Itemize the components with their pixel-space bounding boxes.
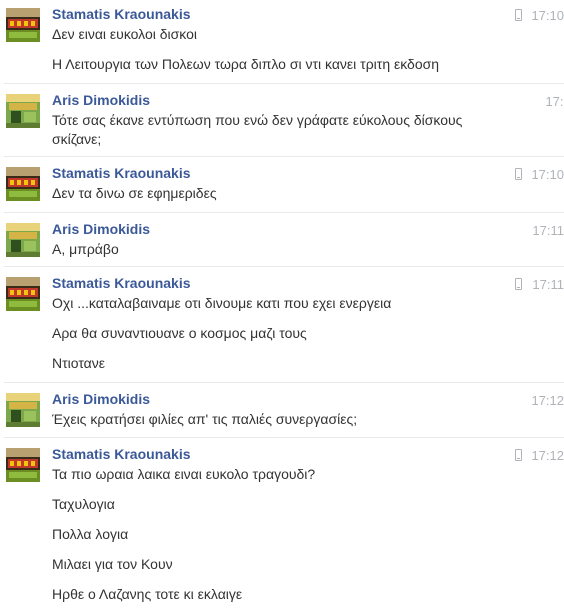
sender-name[interactable]: Stamatis Kraounakis bbox=[52, 275, 191, 291]
message-timestamp: 17:10 bbox=[531, 8, 564, 23]
message-text: Ταχυλογια bbox=[52, 496, 115, 512]
mobile-phone-icon bbox=[515, 9, 522, 21]
avatar[interactable] bbox=[6, 393, 40, 427]
message-text: Δεν ειναι ευκολοι δισκοι bbox=[52, 26, 198, 42]
mobile-phone-icon bbox=[515, 278, 522, 290]
chat-conversation: Stamatis Kraounakis 17:10 Δεν ειναι ευκολο… bbox=[0, 0, 564, 608]
sender-name[interactable]: Aris Dimokidis bbox=[52, 221, 150, 237]
message-text: Δεν τα δινω σε εφημεριδες bbox=[52, 185, 217, 201]
avatar[interactable] bbox=[6, 223, 40, 257]
message-group: Aris Dimokidis 17:12 Έχεις κρατήσει φιλίες… bbox=[0, 382, 564, 430]
message-text: Α, μπράβο bbox=[52, 241, 119, 257]
message-text: Μιλαει για τον Κουν bbox=[52, 556, 173, 572]
message-text: Ηρθε ο Λαζανης τοτε κι εκλαιγε bbox=[52, 586, 243, 602]
message-timestamp: 17:10 bbox=[545, 94, 564, 109]
avatar[interactable] bbox=[6, 167, 40, 201]
message-group: Aris Dimokidis 17:11 Α, μπράβο bbox=[0, 212, 564, 260]
message-timestamp: 17:10 bbox=[531, 167, 564, 182]
message-text: Πολλα λογια bbox=[52, 526, 129, 542]
message-text: Η Λειτουργια των Πολεων τωρα διπλο σι ντ… bbox=[52, 56, 440, 72]
avatar[interactable] bbox=[6, 448, 40, 482]
mobile-phone-icon bbox=[515, 449, 522, 461]
message-timestamp: 17:12 bbox=[531, 393, 564, 408]
avatar[interactable] bbox=[6, 94, 40, 128]
sender-name[interactable]: Stamatis Kraounakis bbox=[52, 446, 191, 462]
sender-name[interactable]: Aris Dimokidis bbox=[52, 391, 150, 407]
mobile-phone-icon bbox=[515, 168, 522, 180]
message-timestamp: 17:12 bbox=[531, 448, 564, 463]
message-group: Stamatis Kraounakis 17:10 Δεν ειναι ευκολο… bbox=[0, 6, 564, 75]
message-group: Stamatis Kraounakis 17:11 Οχι ...καταλαβαι… bbox=[0, 266, 564, 374]
message-text: Οχι ...καταλαβαιναμε οτι δινουμε κατι πο… bbox=[52, 295, 392, 311]
message-timestamp: 17:11 bbox=[532, 277, 564, 292]
avatar[interactable] bbox=[6, 277, 40, 311]
message-group: Stamatis Kraounakis 17:10 Δεν τα δινω σε ε… bbox=[0, 156, 564, 204]
message-timestamp: 17:11 bbox=[532, 223, 564, 238]
message-text: Τότε σας έκανε εντύπωση που ενώ δεν γράφ… bbox=[52, 112, 463, 147]
message-text: Αρα θα συναντιουανε ο κοσμος μαζι τους bbox=[52, 325, 307, 341]
message-text: Ντιοτανε bbox=[52, 355, 106, 371]
message-text: Τα πιο ωραια λαικα ειναι ευκολο τραγουδι… bbox=[52, 466, 316, 482]
sender-name[interactable]: Stamatis Kraounakis bbox=[52, 165, 191, 181]
avatar[interactable] bbox=[6, 8, 40, 42]
sender-name[interactable]: Stamatis Kraounakis bbox=[52, 6, 191, 22]
message-group: Stamatis Kraounakis 17:12 Τα πιο ωραια λαι… bbox=[0, 437, 564, 605]
sender-name[interactable]: Aris Dimokidis bbox=[52, 92, 150, 108]
message-text: Έχεις κρατήσει φιλίες απ' τις παλιές συν… bbox=[52, 411, 358, 427]
message-group: Aris Dimokidis 17:10 Τότε σας έκανε εντύπω… bbox=[0, 83, 564, 150]
